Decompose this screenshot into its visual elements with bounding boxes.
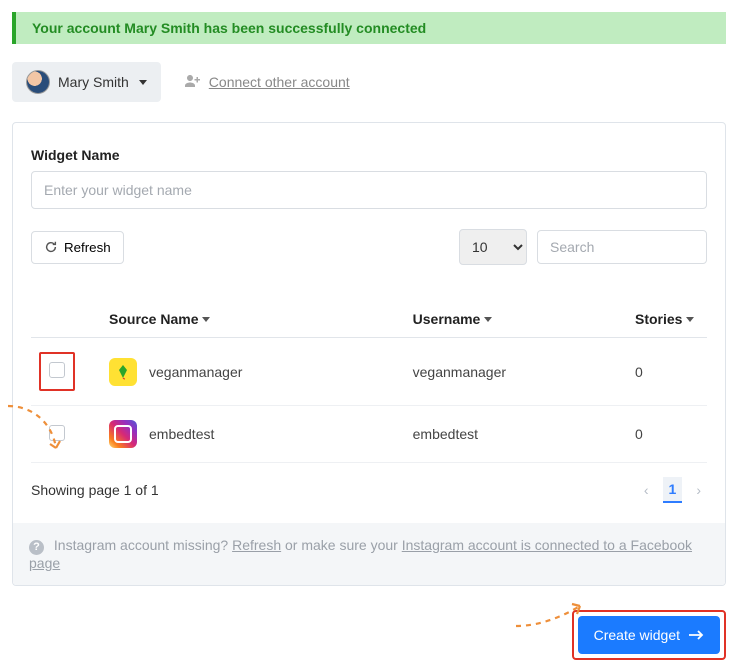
row-checkbox[interactable] (49, 362, 65, 378)
create-widget-label: Create widget (594, 627, 680, 643)
help-refresh-link[interactable]: Refresh (232, 537, 281, 553)
source-name: veganmanager (149, 364, 242, 380)
table-row: embedtest embedtest 0 (31, 406, 707, 463)
annotation-highlight-checkbox (39, 352, 75, 391)
question-icon: ? (29, 540, 44, 555)
user-plus-icon (185, 74, 201, 91)
account-tabs: Mary Smith Connect other account (12, 62, 726, 102)
page-size-select[interactable]: 10 (459, 229, 527, 265)
help-middle: or make sure your (281, 537, 402, 553)
search-input[interactable] (537, 230, 707, 264)
col-username[interactable]: Username (405, 301, 627, 338)
widget-name-label: Widget Name (31, 147, 707, 163)
help-prefix: Instagram account missing? (54, 537, 232, 553)
sources-table: Source Name Username Stories (31, 301, 707, 463)
arrow-right-icon (688, 627, 704, 643)
annotation-highlight-create: Create widget (572, 610, 726, 660)
sort-icon (686, 317, 694, 322)
pager-next[interactable]: › (690, 478, 707, 502)
chevron-down-icon (139, 80, 147, 85)
stories-count: 0 (635, 364, 643, 380)
source-icon (109, 358, 137, 386)
refresh-icon (44, 240, 58, 254)
source-name: embedtest (149, 426, 214, 442)
pager-page-current[interactable]: 1 (663, 477, 683, 503)
widget-name-input[interactable] (31, 171, 707, 209)
stories-count: 0 (635, 426, 643, 442)
table-footer: Showing page 1 of 1 ‹ 1 › (31, 477, 707, 503)
col-stories[interactable]: Stories (627, 301, 707, 338)
col-source[interactable]: Source Name (101, 301, 405, 338)
sort-icon (202, 317, 210, 322)
widget-panel: Widget Name Refresh 10 Source Name (12, 122, 726, 586)
success-alert: Your account Mary Smith has been success… (12, 12, 726, 44)
success-alert-text: Your account Mary Smith has been success… (32, 20, 426, 36)
connect-other-account-link[interactable]: Connect other account (185, 74, 350, 91)
help-bar: ? Instagram account missing? Refresh or … (13, 523, 725, 585)
account-name: Mary Smith (58, 74, 129, 90)
row-checkbox[interactable] (49, 425, 65, 441)
table-controls: Refresh 10 (31, 229, 707, 265)
pagination-summary: Showing page 1 of 1 (31, 482, 159, 498)
connect-other-label: Connect other account (209, 74, 350, 90)
create-widget-button[interactable]: Create widget (578, 616, 720, 654)
avatar (26, 70, 50, 94)
table-row: veganmanager veganmanager 0 (31, 338, 707, 406)
create-row: Create widget (12, 610, 726, 660)
username: embedtest (413, 426, 478, 442)
pager-prev[interactable]: ‹ (638, 478, 655, 502)
username: veganmanager (413, 364, 506, 380)
refresh-label: Refresh (64, 240, 111, 255)
refresh-button[interactable]: Refresh (31, 231, 124, 264)
pagination: ‹ 1 › (638, 477, 707, 503)
account-tab-current[interactable]: Mary Smith (12, 62, 161, 102)
sort-icon (484, 317, 492, 322)
instagram-icon (109, 420, 137, 448)
